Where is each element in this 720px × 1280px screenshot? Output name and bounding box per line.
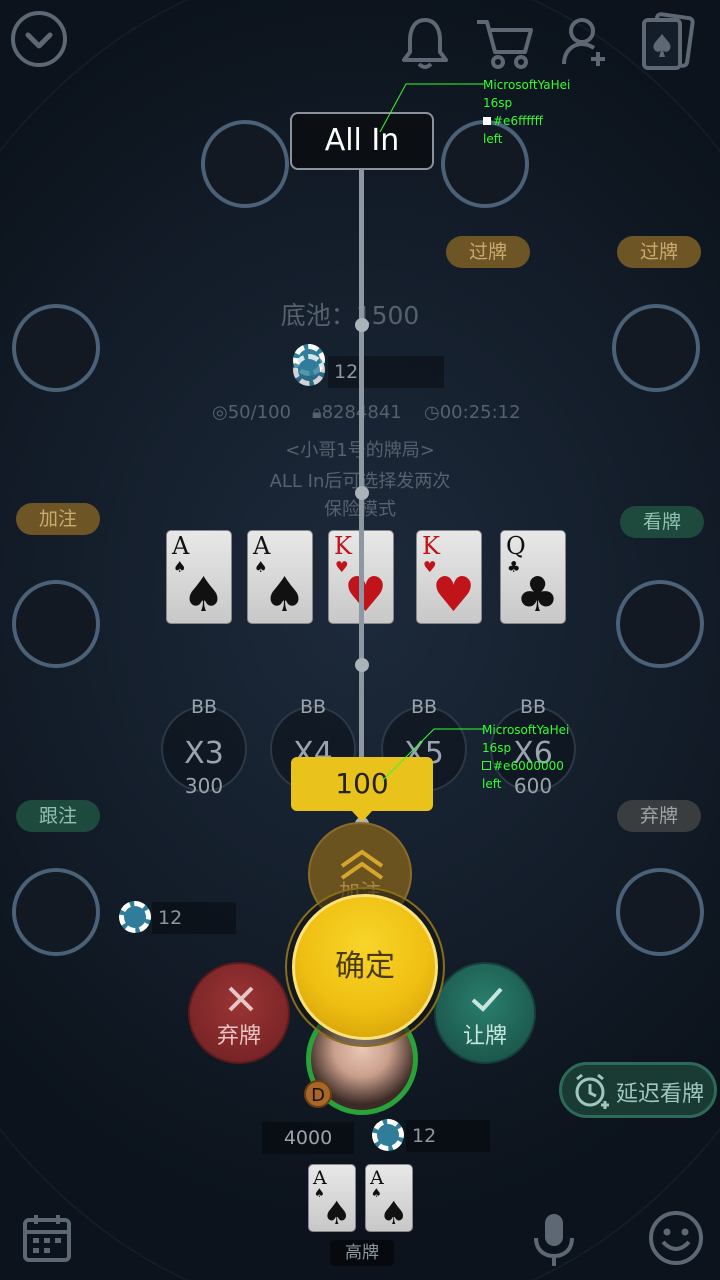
card-suit-large: ♥ bbox=[343, 567, 387, 623]
annotation-align: left bbox=[483, 132, 503, 146]
annotation-font: MicrosoftYaHei bbox=[482, 723, 570, 737]
card-rank: A bbox=[172, 532, 190, 560]
card-suit-large: ♠ bbox=[181, 567, 225, 623]
delay-look-button[interactable]: 延迟看牌 bbox=[559, 1062, 717, 1118]
seat-right-2[interactable] bbox=[616, 580, 704, 668]
annotation-mid: MicrosoftYaHei 16sp #e6000000 left bbox=[482, 721, 569, 793]
blinds-info: ◎50/100 bbox=[212, 402, 291, 423]
pot-chip-stack-icon bbox=[293, 354, 325, 386]
pot-label: 底池：1500 bbox=[280, 301, 420, 330]
seat-left-2[interactable] bbox=[12, 580, 100, 668]
close-icon bbox=[228, 986, 254, 1012]
blinds-value: 50/100 bbox=[227, 402, 292, 423]
slider-node bbox=[355, 318, 369, 332]
multiplier-x3-button[interactable]: BB X3 300 bbox=[161, 696, 247, 798]
hero-chip-count: 12 bbox=[406, 1120, 490, 1152]
annotation-leader-top bbox=[379, 83, 484, 133]
look-pill: 看牌 bbox=[620, 506, 704, 538]
card-rank: K bbox=[334, 532, 352, 560]
clock-icon: ◷ bbox=[424, 402, 440, 423]
annotation-top: MicrosoftYaHei 16sp #e6ffffff left bbox=[483, 76, 570, 148]
card-rank: A bbox=[253, 532, 271, 560]
annotation-size: 16sp bbox=[483, 96, 513, 110]
seat-left-1[interactable] bbox=[12, 304, 100, 392]
left-player-chip-icon bbox=[119, 901, 151, 933]
annotation-size: 16sp bbox=[482, 741, 512, 755]
check-button-label: 让牌 bbox=[462, 1024, 507, 1049]
fold-button-label: 弃牌 bbox=[216, 1024, 261, 1049]
checkmark-icon bbox=[471, 987, 503, 1012]
card-suit-large: ♠ bbox=[262, 567, 306, 623]
hero-chip-icon bbox=[372, 1119, 404, 1151]
multiplier-bb: BB bbox=[299, 696, 327, 718]
annotation-leader-mid bbox=[381, 728, 484, 782]
pass-pill-top-left: 过牌 bbox=[446, 236, 530, 268]
card-suit-large: ♣ bbox=[515, 567, 559, 623]
check-button[interactable]: 让牌 bbox=[434, 962, 536, 1064]
pot-chip-count: 12 bbox=[328, 356, 444, 388]
seat-left-3[interactable] bbox=[12, 868, 100, 956]
seat-right-3[interactable] bbox=[616, 868, 704, 956]
multiplier-bb: BB bbox=[519, 696, 547, 718]
annotation-color-value: #e6000000 bbox=[493, 759, 564, 773]
poker-table-screen: 过牌 过牌 加注 看牌 跟注 弃牌 底池：1500 12 ◎50/100 🔒︎8… bbox=[0, 0, 720, 1280]
hero-card-1: A ♠ ♠ bbox=[308, 1164, 356, 1232]
hand-rank: 高牌 bbox=[330, 1240, 394, 1266]
community-card-2: A ♠ ♠ bbox=[247, 530, 313, 624]
time-value: 00:25:12 bbox=[439, 402, 521, 423]
room-id-info: 🔒︎8284841 bbox=[312, 402, 402, 423]
multiplier-bb: BB bbox=[190, 696, 218, 718]
slider-node bbox=[355, 658, 369, 672]
multiplier-value: 300 bbox=[184, 774, 224, 798]
color-swatch-icon bbox=[483, 117, 491, 125]
microphone-icon[interactable] bbox=[530, 1210, 578, 1268]
multiplier-x: X3 bbox=[184, 736, 224, 771]
delay-look-label: 延迟看牌 bbox=[616, 1082, 705, 1107]
hero-card-2: A ♠ ♠ bbox=[365, 1164, 413, 1232]
annotation-color: #e6ffffff bbox=[483, 112, 570, 130]
lock-icon: 🔒︎ bbox=[312, 402, 322, 423]
smiley-icon[interactable] bbox=[648, 1210, 704, 1266]
hand-rank-text: 高牌 bbox=[345, 1243, 379, 1263]
cart-icon[interactable] bbox=[475, 18, 535, 70]
card-suit-large: ♠ bbox=[322, 1194, 351, 1232]
community-card-1: A ♠ ♠ bbox=[166, 530, 232, 624]
card-suit-large: ♠ bbox=[379, 1194, 408, 1232]
multiplier-bb: BB bbox=[410, 696, 438, 718]
bell-icon[interactable] bbox=[400, 16, 450, 70]
seat-right-1[interactable] bbox=[612, 304, 700, 392]
call-pill: 跟注 bbox=[16, 800, 100, 832]
fold-pill: 弃牌 bbox=[617, 800, 701, 832]
calendar-icon[interactable] bbox=[22, 1212, 72, 1264]
annotation-color-value: #e6ffffff bbox=[493, 114, 543, 128]
add-user-icon[interactable] bbox=[560, 16, 610, 68]
dealer-badge: D bbox=[304, 1080, 332, 1108]
card-suit-large: ♥ bbox=[431, 567, 475, 623]
community-card-4: K ♥ ♥ bbox=[416, 530, 482, 624]
pass-pill-top-right: 过牌 bbox=[617, 236, 701, 268]
confirm-button-label: 确定 bbox=[335, 949, 395, 984]
blinds-icon: ◎ bbox=[212, 402, 228, 423]
annotation-color: #e6000000 bbox=[482, 757, 569, 775]
confirm-button[interactable]: 确定 bbox=[292, 894, 438, 1040]
raise-slider-track[interactable] bbox=[359, 140, 364, 830]
raise-pill: 加注 bbox=[16, 503, 100, 535]
card-rank: K bbox=[422, 532, 440, 560]
slider-node bbox=[355, 486, 369, 500]
annotation-align: left bbox=[482, 777, 502, 791]
alarm-clock-icon bbox=[575, 1073, 609, 1109]
dealer-badge-text: D bbox=[311, 1085, 325, 1106]
hero-stack: 4000 bbox=[262, 1122, 354, 1154]
seat-top-left[interactable] bbox=[201, 120, 289, 208]
chevron-down-circle-icon[interactable] bbox=[10, 10, 68, 68]
card-rank: Q bbox=[506, 532, 526, 560]
community-card-5: Q ♣ ♣ bbox=[500, 530, 566, 624]
bubble-pointer bbox=[351, 810, 373, 822]
annotation-font: MicrosoftYaHei bbox=[483, 78, 571, 92]
left-player-chip-count: 12 bbox=[152, 902, 236, 934]
cards-icon[interactable] bbox=[640, 12, 696, 70]
color-swatch-icon bbox=[482, 761, 491, 770]
fold-button[interactable]: 弃牌 bbox=[188, 962, 290, 1064]
time-info: ◷00:25:12 bbox=[424, 402, 521, 423]
